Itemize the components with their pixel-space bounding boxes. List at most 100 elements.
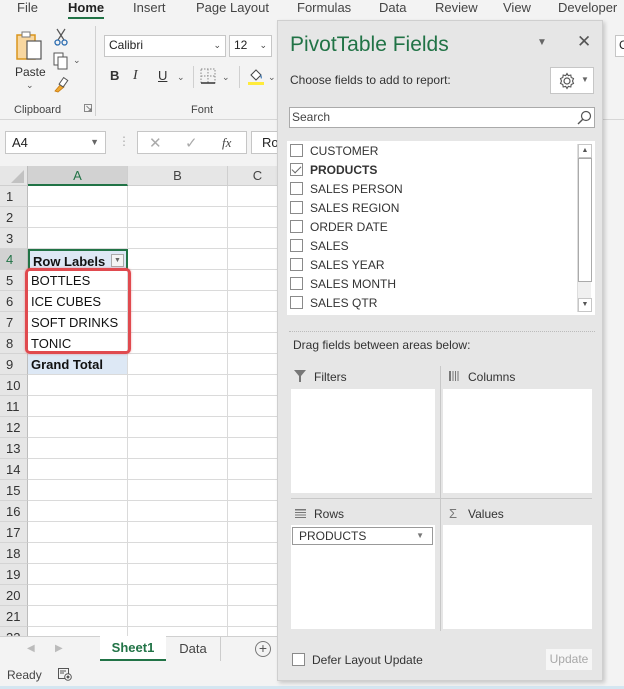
cell-c12[interactable] bbox=[228, 417, 282, 438]
field-item-sales-month[interactable]: SALES MONTH bbox=[290, 275, 396, 294]
filters-drop-area[interactable] bbox=[291, 389, 435, 493]
row-header-15[interactable]: 15 bbox=[0, 480, 28, 501]
font-name-select[interactable]: Calibri ⌄ bbox=[104, 35, 226, 57]
tab-review[interactable]: Review bbox=[435, 0, 478, 16]
chevron-down-icon[interactable]: ⌄ bbox=[177, 72, 185, 83]
cell-c15[interactable] bbox=[228, 480, 282, 501]
cell-b15[interactable] bbox=[128, 480, 228, 501]
cell-c8[interactable] bbox=[228, 333, 282, 354]
tools-button[interactable]: ▼ bbox=[550, 67, 594, 94]
borders-button[interactable] bbox=[200, 68, 216, 84]
cut-button[interactable] bbox=[53, 28, 69, 46]
cell-a8[interactable]: TONIC bbox=[28, 333, 128, 354]
tab-view[interactable]: View bbox=[503, 0, 531, 16]
underline-button[interactable]: U bbox=[158, 68, 167, 83]
checkbox-icon[interactable] bbox=[290, 201, 303, 214]
cell-c4[interactable] bbox=[228, 249, 282, 270]
tab-insert[interactable]: Insert bbox=[133, 0, 166, 16]
defer-layout-update-checkbox[interactable]: Defer Layout Update bbox=[292, 653, 423, 667]
cell-b9[interactable] bbox=[128, 354, 228, 375]
cell-a11[interactable] bbox=[28, 396, 128, 417]
cell-a22[interactable] bbox=[28, 627, 128, 636]
chevron-down-icon[interactable]: ⌄ bbox=[222, 72, 230, 83]
scroll-down-icon[interactable]: ▼ bbox=[578, 298, 592, 312]
row-header-9[interactable]: 9 bbox=[0, 354, 28, 375]
row-header-19[interactable]: 19 bbox=[0, 564, 28, 585]
cell-a17[interactable] bbox=[28, 522, 128, 543]
checkbox-icon[interactable] bbox=[290, 239, 303, 252]
close-icon[interactable]: ✕ bbox=[577, 32, 591, 52]
cell-a20[interactable] bbox=[28, 585, 128, 606]
cell-c10[interactable] bbox=[228, 375, 282, 396]
rows-field-chip[interactable]: PRODUCTS ▼ bbox=[292, 527, 433, 545]
cell-b20[interactable] bbox=[128, 585, 228, 606]
sheet-tab-data[interactable]: Data bbox=[166, 637, 221, 661]
field-search-input[interactable]: Search bbox=[289, 107, 595, 128]
cell-a14[interactable] bbox=[28, 459, 128, 480]
cell-c9[interactable] bbox=[228, 354, 282, 375]
field-item-sales-qtr[interactable]: SALES QTR bbox=[290, 294, 377, 313]
row-header-1[interactable]: 1 bbox=[0, 186, 28, 207]
cell-c3[interactable] bbox=[228, 228, 282, 249]
cell-a9[interactable]: Grand Total bbox=[28, 354, 128, 375]
cell-c22[interactable] bbox=[228, 627, 282, 636]
update-button[interactable]: Update bbox=[546, 649, 592, 670]
font-size-select[interactable]: 12 ⌄ bbox=[229, 35, 272, 57]
cell-c21[interactable] bbox=[228, 606, 282, 627]
checkbox-icon[interactable] bbox=[290, 277, 303, 290]
cell-b1[interactable] bbox=[128, 186, 228, 207]
name-box[interactable]: A4 ▼ bbox=[5, 131, 106, 154]
cell-b8[interactable] bbox=[128, 333, 228, 354]
field-item-customer[interactable]: CUSTOMER bbox=[290, 142, 378, 161]
row-header-12[interactable]: 12 bbox=[0, 417, 28, 438]
cell-c20[interactable] bbox=[228, 585, 282, 606]
row-labels-filter-button[interactable]: ▼ bbox=[111, 254, 124, 267]
tab-formulas[interactable]: Formulas bbox=[297, 0, 351, 16]
row-header-4[interactable]: 4 bbox=[0, 249, 28, 270]
italic-button[interactable]: I bbox=[133, 68, 138, 84]
cell-a15[interactable] bbox=[28, 480, 128, 501]
row-header-7[interactable]: 7 bbox=[0, 312, 28, 333]
row-header-3[interactable]: 3 bbox=[0, 228, 28, 249]
cell-c5[interactable] bbox=[228, 270, 282, 291]
row-header-13[interactable]: 13 bbox=[0, 438, 28, 459]
cell-b2[interactable] bbox=[128, 207, 228, 228]
column-header-b[interactable]: B bbox=[128, 166, 228, 186]
cell-b16[interactable] bbox=[128, 501, 228, 522]
rows-drop-area[interactable]: PRODUCTS ▼ bbox=[291, 525, 435, 629]
checkbox-icon[interactable] bbox=[290, 258, 303, 271]
column-header-c[interactable]: C bbox=[228, 166, 282, 186]
cell-b11[interactable] bbox=[128, 396, 228, 417]
spreadsheet-grid[interactable]: A B C 1 2 3 4 Row Labels ▼ 5 BOTTLES 6 ICE CUBES 7… bbox=[0, 166, 282, 636]
cell-c13[interactable] bbox=[228, 438, 282, 459]
columns-drop-area[interactable] bbox=[443, 389, 592, 493]
select-all-corner[interactable] bbox=[0, 166, 28, 186]
copy-button[interactable]: ⌄ bbox=[53, 52, 81, 70]
cancel-icon[interactable]: ✕ bbox=[149, 134, 162, 152]
bold-button[interactable]: B bbox=[110, 68, 119, 83]
cell-c6[interactable] bbox=[228, 291, 282, 312]
row-header-6[interactable]: 6 bbox=[0, 291, 28, 312]
row-header-21[interactable]: 21 bbox=[0, 606, 28, 627]
row-header-14[interactable]: 14 bbox=[0, 459, 28, 480]
partial-combo[interactable]: C bbox=[615, 35, 624, 57]
column-header-a[interactable]: A bbox=[28, 166, 128, 186]
tab-developer[interactable]: Developer bbox=[558, 0, 617, 16]
cell-b6[interactable] bbox=[128, 291, 228, 312]
cell-c14[interactable] bbox=[228, 459, 282, 480]
cell-c18[interactable] bbox=[228, 543, 282, 564]
pane-options-caret-icon[interactable]: ▼ bbox=[537, 37, 547, 48]
fill-color-button[interactable] bbox=[248, 66, 264, 86]
cell-a5[interactable]: BOTTLES bbox=[28, 270, 128, 291]
cell-a19[interactable] bbox=[28, 564, 128, 585]
tab-page-layout[interactable]: Page Layout bbox=[196, 0, 269, 16]
cell-c1[interactable] bbox=[228, 186, 282, 207]
sheet-tab-sheet1[interactable]: Sheet1 bbox=[100, 636, 166, 661]
field-item-sales[interactable]: SALES bbox=[290, 237, 349, 256]
row-header-10[interactable]: 10 bbox=[0, 375, 28, 396]
cell-b13[interactable] bbox=[128, 438, 228, 459]
cell-b3[interactable] bbox=[128, 228, 228, 249]
values-drop-area[interactable] bbox=[443, 525, 592, 629]
field-item-order-date[interactable]: ORDER DATE bbox=[290, 218, 388, 237]
cell-b14[interactable] bbox=[128, 459, 228, 480]
